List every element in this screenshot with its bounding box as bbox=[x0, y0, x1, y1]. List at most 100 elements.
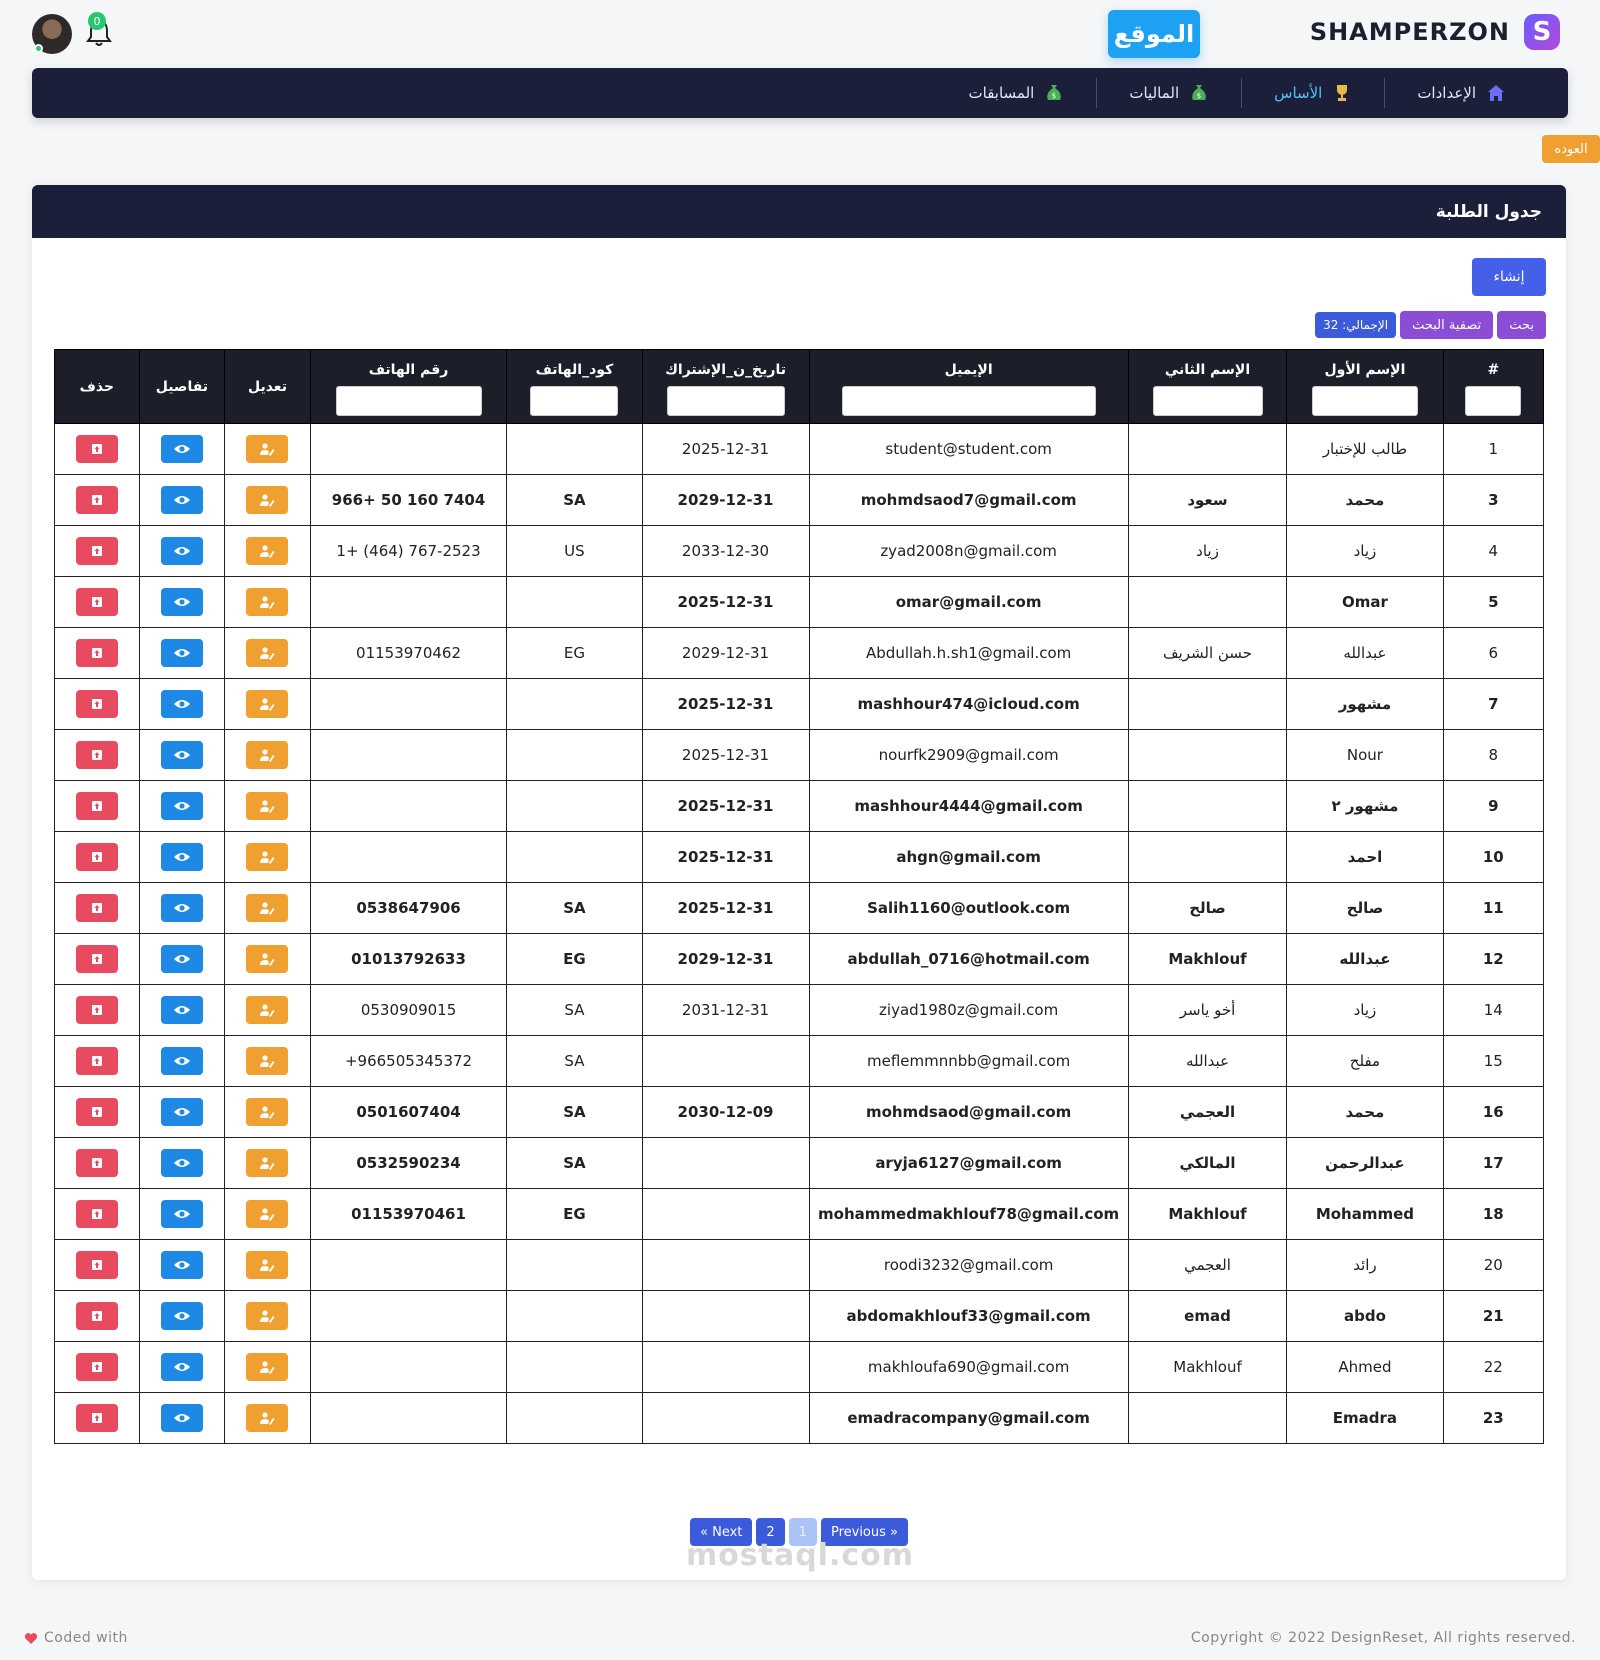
column-filter-input[interactable] bbox=[335, 386, 482, 416]
details-button[interactable] bbox=[160, 486, 203, 514]
nav-item-0[interactable]: الإعدادات bbox=[1384, 78, 1538, 108]
delete-button[interactable] bbox=[75, 1098, 118, 1126]
eye-icon bbox=[173, 1055, 191, 1067]
delete-button[interactable] bbox=[75, 1047, 118, 1075]
filter-button[interactable]: تصفية البحث bbox=[1400, 311, 1494, 339]
user-edit-icon bbox=[259, 697, 275, 711]
edit-button[interactable] bbox=[246, 1149, 289, 1177]
column-filter-input[interactable] bbox=[530, 386, 619, 416]
delete-button[interactable] bbox=[75, 690, 118, 718]
delete-button[interactable] bbox=[75, 639, 118, 667]
column-filter-input[interactable] bbox=[1465, 386, 1522, 416]
details-button[interactable] bbox=[160, 639, 203, 667]
cell-delete-button bbox=[54, 576, 140, 628]
delete-button[interactable] bbox=[75, 945, 118, 973]
nav-item-2[interactable]: $ الماليات bbox=[1096, 78, 1241, 108]
details-button[interactable] bbox=[160, 996, 203, 1024]
create-button[interactable]: إنشاء bbox=[1472, 258, 1546, 296]
delete-button[interactable] bbox=[75, 1251, 118, 1279]
edit-button[interactable] bbox=[246, 1200, 289, 1228]
delete-button[interactable] bbox=[75, 1404, 118, 1432]
delete-button[interactable] bbox=[75, 1353, 118, 1381]
column-filter-input[interactable] bbox=[1152, 386, 1263, 416]
edit-button[interactable] bbox=[246, 843, 289, 871]
edit-button[interactable] bbox=[246, 1047, 289, 1075]
delete-button[interactable] bbox=[75, 1149, 118, 1177]
column-filter-input[interactable] bbox=[841, 386, 1096, 416]
user-edit-icon bbox=[259, 1360, 275, 1374]
cell-phone-code: US bbox=[506, 525, 643, 577]
cell-first-name: رائد bbox=[1286, 1239, 1444, 1291]
nav-item-3[interactable]: $ المسابقات bbox=[937, 78, 1097, 108]
cell-details-button bbox=[138, 933, 226, 985]
cell-details-button bbox=[138, 576, 226, 628]
details-button[interactable] bbox=[160, 537, 203, 565]
cell-phone-code bbox=[506, 576, 643, 628]
search-button[interactable]: بحث bbox=[1497, 311, 1546, 339]
column-filter-input[interactable] bbox=[1311, 386, 1418, 416]
cell-email: Abdullah.h.sh1@gmail.com bbox=[808, 627, 1129, 679]
cell-phone-code: EG bbox=[506, 1188, 643, 1240]
details-button[interactable] bbox=[160, 1251, 203, 1279]
edit-button[interactable] bbox=[246, 537, 289, 565]
site-button[interactable]: الموقع bbox=[1108, 10, 1200, 58]
edit-button[interactable] bbox=[246, 1251, 289, 1279]
delete-button[interactable] bbox=[75, 1302, 118, 1330]
delete-button[interactable] bbox=[75, 894, 118, 922]
column-header-8: تفاصيل bbox=[138, 349, 226, 424]
details-button[interactable] bbox=[160, 588, 203, 616]
edit-button[interactable] bbox=[246, 792, 289, 820]
details-button[interactable] bbox=[160, 1098, 203, 1126]
delete-button[interactable] bbox=[75, 435, 118, 463]
cell-delete-button bbox=[54, 525, 140, 577]
details-button[interactable] bbox=[160, 1404, 203, 1432]
delete-button[interactable] bbox=[75, 792, 118, 820]
brand[interactable]: SHAMPERZON S bbox=[1310, 14, 1560, 50]
delete-button[interactable] bbox=[75, 537, 118, 565]
edit-button[interactable] bbox=[246, 639, 289, 667]
cell-first-name: محمد bbox=[1286, 474, 1444, 526]
details-button[interactable] bbox=[160, 792, 203, 820]
cell-second-name: سعود bbox=[1127, 474, 1288, 526]
edit-button[interactable] bbox=[246, 486, 289, 514]
cell-phone-number: 01013792633 bbox=[309, 933, 508, 985]
back-button[interactable]: العوده bbox=[1542, 135, 1600, 163]
edit-button[interactable] bbox=[246, 894, 289, 922]
trash-icon bbox=[90, 1309, 104, 1323]
details-button[interactable] bbox=[160, 945, 203, 973]
cell-delete-button bbox=[54, 1188, 140, 1240]
details-button[interactable] bbox=[160, 1302, 203, 1330]
edit-button[interactable] bbox=[246, 435, 289, 463]
delete-button[interactable] bbox=[75, 843, 118, 871]
delete-button[interactable] bbox=[75, 486, 118, 514]
edit-button[interactable] bbox=[246, 996, 289, 1024]
details-button[interactable] bbox=[160, 843, 203, 871]
cell-email: omar@gmail.com bbox=[808, 576, 1129, 628]
column-header-label: حذف bbox=[79, 378, 115, 395]
edit-button[interactable] bbox=[246, 1404, 289, 1432]
edit-button[interactable] bbox=[246, 1302, 289, 1330]
details-button[interactable] bbox=[160, 1047, 203, 1075]
edit-button[interactable] bbox=[246, 588, 289, 616]
edit-button[interactable] bbox=[246, 1098, 289, 1126]
details-button[interactable] bbox=[160, 1353, 203, 1381]
delete-button[interactable] bbox=[75, 996, 118, 1024]
cell-phone-number bbox=[309, 729, 508, 781]
details-button[interactable] bbox=[160, 690, 203, 718]
edit-button[interactable] bbox=[246, 690, 289, 718]
edit-button[interactable] bbox=[246, 945, 289, 973]
delete-button[interactable] bbox=[75, 588, 118, 616]
nav-item-1[interactable]: الأساس bbox=[1241, 78, 1384, 108]
details-button[interactable] bbox=[160, 894, 203, 922]
cell-row-id: 16 bbox=[1442, 1086, 1545, 1138]
details-button[interactable] bbox=[160, 741, 203, 769]
details-button[interactable] bbox=[160, 1200, 203, 1228]
edit-button[interactable] bbox=[246, 741, 289, 769]
details-button[interactable] bbox=[160, 1149, 203, 1177]
cell-phone-number bbox=[309, 1239, 508, 1291]
details-button[interactable] bbox=[160, 435, 203, 463]
column-filter-input[interactable] bbox=[666, 386, 785, 416]
edit-button[interactable] bbox=[246, 1353, 289, 1381]
delete-button[interactable] bbox=[75, 741, 118, 769]
delete-button[interactable] bbox=[75, 1200, 118, 1228]
